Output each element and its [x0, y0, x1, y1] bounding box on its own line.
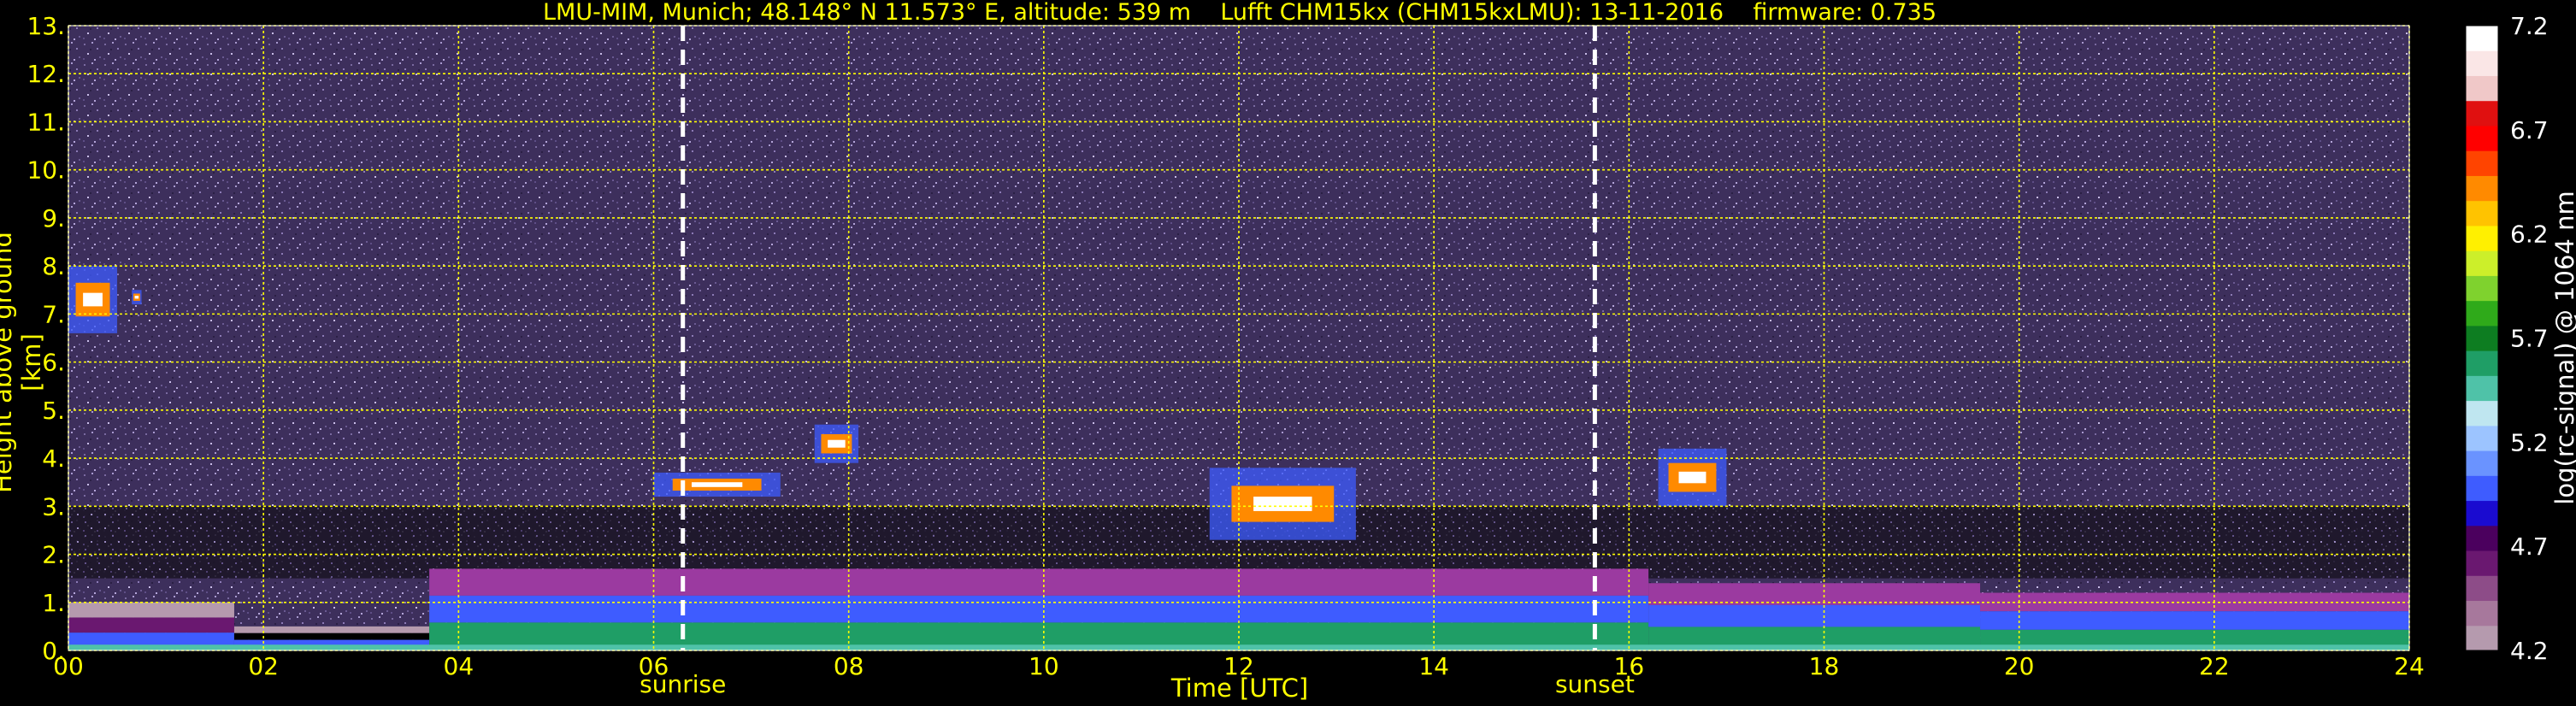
y-tick-label: 13. [27, 12, 65, 40]
x-axis-label: Time [UTC] [1170, 674, 1309, 703]
colorbar-tick-label: 4.7 [2510, 532, 2549, 561]
cloud-core-0 [83, 292, 103, 307]
ceilometer-figure: LMU-MIM, Munich; 48.148° N 11.573° E, al… [0, 0, 2576, 706]
y-tick-label: 0. [42, 637, 65, 665]
colorbar-segment [2466, 625, 2498, 651]
layer-mid-0 [68, 617, 234, 633]
colorbar-label: log(rc-signal) @ 1064 nm [2550, 191, 2576, 505]
colorbar: 4.2 4.7 5.2 5.7 6.2 6.7 7.2 [2465, 12, 2549, 665]
x-tick-label: 22 [2199, 652, 2230, 680]
colorbar-segment [2466, 350, 2498, 376]
layer-bottom-2 [429, 622, 1649, 646]
layer-top-2 [429, 568, 1649, 596]
x-tick-label: 14 [1418, 652, 1449, 680]
x-tick-label: 20 [2004, 652, 2035, 680]
layer-bottom-4 [1980, 629, 2409, 646]
colorbar-tick-label: 7.2 [2510, 12, 2549, 40]
colorbar-segment [2466, 125, 2498, 151]
layer-bottom-0 [68, 632, 234, 646]
x-tick-label: 06 [639, 652, 669, 680]
layer-top-0 [68, 602, 234, 618]
colorbar-tick-label: 5.7 [2510, 325, 2549, 353]
colorbar-segment [2466, 75, 2498, 102]
cloud-core-3 [828, 439, 846, 448]
x-tick-label: 10 [1029, 652, 1059, 680]
colorbar-segment [2466, 50, 2498, 76]
colorbar-segment [2466, 475, 2498, 502]
colorbar-segment [2466, 225, 2498, 251]
cloud-core-1 [134, 296, 139, 299]
colorbar-segment [2466, 100, 2498, 126]
colorbar-segment [2466, 275, 2498, 302]
x-tick-label: 16 [1614, 652, 1645, 680]
x-tick-label: 24 [2394, 652, 2425, 680]
cloud-core-4 [1253, 497, 1312, 511]
colorbar-tick-label: 5.2 [2510, 428, 2549, 456]
colorbar-segment [2466, 26, 2498, 51]
colorbar-segment [2466, 450, 2498, 476]
colorbar-segment [2466, 400, 2498, 427]
cloud-core-2 [691, 482, 743, 487]
colorbar-segment [2466, 300, 2498, 327]
colorbar-segment [2466, 325, 2498, 351]
colorbar-segment [2466, 250, 2498, 276]
colorbar-segment [2466, 375, 2498, 402]
layer-bottom-3 [1648, 627, 1981, 646]
y-tick-label: 1. [42, 589, 65, 617]
backscatter-heatmap: sunrise sunset 00 02 04 06 08 10 12 14 16 18 20 22 24… [27, 12, 2549, 698]
colorbar-segment [2466, 500, 2498, 527]
colorbar-segment [2466, 425, 2498, 451]
colorbar-tick-label: 6.7 [2510, 116, 2549, 144]
colorbar-segment [2466, 150, 2498, 176]
colorbar-segment [2466, 175, 2498, 202]
layer-mid-3 [1648, 604, 1981, 627]
y-tick-label: 12. [27, 60, 65, 88]
cloud-core-5 [1678, 471, 1707, 484]
layer-mid-4 [1980, 611, 2409, 630]
colorbar-tick-label: 6.2 [2510, 221, 2549, 249]
colorbar-segment [2466, 575, 2498, 602]
colorbar-segment [2466, 525, 2498, 551]
x-tick-label: 08 [834, 652, 864, 680]
layer-mid-2 [429, 595, 1649, 623]
colorbar-segment [2466, 550, 2498, 576]
y-tick-label: 2. [42, 541, 65, 569]
y-tick-label: 10. [27, 156, 65, 185]
colorbar-segment [2466, 200, 2498, 227]
colorbar-tick-label: 4.2 [2510, 637, 2549, 665]
x-tick-label: 04 [444, 652, 475, 680]
y-tick-label: 11. [27, 108, 65, 136]
x-tick-label: 02 [248, 652, 279, 680]
colorbar-segment [2466, 600, 2498, 627]
y-axis-label: Height above ground [km] [0, 232, 46, 493]
x-tick-label: 18 [1809, 652, 1840, 680]
